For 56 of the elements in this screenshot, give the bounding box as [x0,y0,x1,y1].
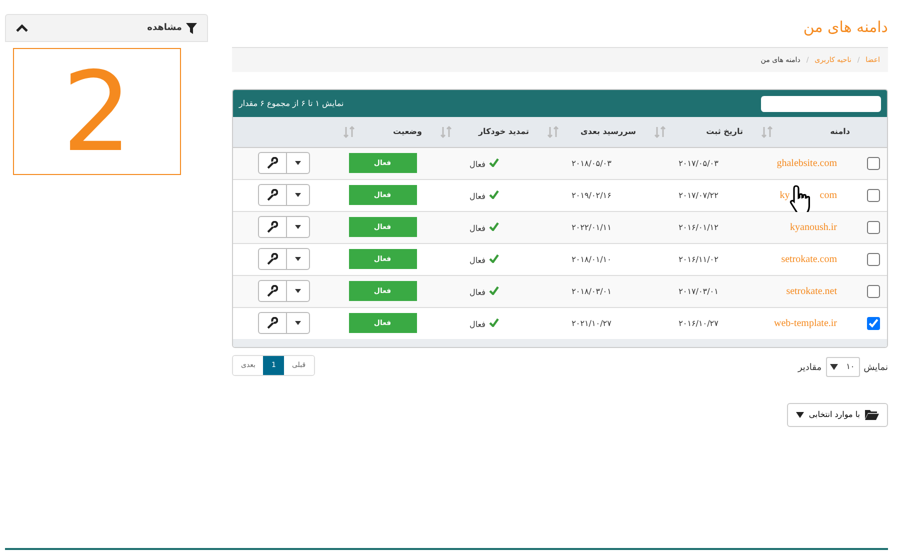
counter-number: 2 [62,56,132,166]
caret-icon[interactable] [830,364,838,370]
column-header[interactable]: دامنه [830,127,850,136]
registration-date: ۲۰۱۷/۰۵/۰۳ [678,158,718,168]
registration-date: ۲۰۱۷/۰۳/۰۱ [678,286,718,296]
actions-button-group[interactable] [258,280,310,302]
folder-icon [865,409,879,420]
caret-icon [796,412,804,418]
bulk-action-button[interactable]: با موارد انتخابی [786,402,888,426]
chevron-up-icon[interactable] [16,24,28,32]
due-date: ۲۰۱۸/۰۱/۱۰ [572,254,612,264]
check-icon [489,254,500,262]
auto-renew-status: فعال [470,224,486,232]
due-date: ۲۰۲۱/۱۰/۲۷ [572,318,612,328]
row-checkbox[interactable] [867,220,880,234]
check-icon [489,190,500,198]
registration-date: ۲۰۱۶/۰۱/۱۲ [678,222,718,232]
search-field[interactable] [761,96,881,112]
row-checkbox[interactable] [867,316,880,330]
table-info: نمایش ۱ تا ۶ از مجموع ۶ مقدار [239,99,344,108]
registration-date: ۲۰۱۶/۱۱/۰۲ [678,254,718,264]
registration-date: ۲۰۱۶/۱۰/۲۷ [678,318,718,328]
auto-renew-status: فعال [470,192,486,200]
actions-button-group[interactable] [258,216,310,238]
check-icon [489,286,500,294]
filter-icon [186,22,197,34]
actions-button-group[interactable] [258,184,310,206]
row-checkbox[interactable] [867,284,880,298]
actions-button-group[interactable] [258,248,310,270]
actions-button-group[interactable] [258,312,310,334]
column-header[interactable]: سررسید بعدی [580,127,636,136]
row-checkbox[interactable] [867,156,880,170]
row-checkbox[interactable] [867,252,880,266]
auto-renew-status: فعال [470,320,486,328]
due-date: ۲۰۱۹/۰۲/۱۶ [572,190,612,200]
due-date: ۲۰۱۸/۰۵/۰۳ [572,158,612,168]
actions-button-group[interactable] [258,152,310,174]
page-size-label: نمایش [864,362,888,372]
sidebar-header[interactable]: مشاهده [5,14,208,42]
row-checkbox[interactable] [867,188,880,202]
due-date: ۲۰۱۸/۰۳/۰۱ [572,286,612,296]
column-header[interactable]: وضعیت [393,127,422,136]
auto-renew-status: فعال [470,160,486,168]
check-icon [489,318,500,326]
page-size-select[interactable]: ۱۰ [826,356,860,376]
due-date: ۲۰۲۲/۰۱/۱۱ [572,222,612,232]
registration-date: ۲۰۱۷/۰۷/۲۲ [678,190,718,200]
check-icon [489,222,500,230]
page-title: دامنه های من [802,18,888,38]
page-size-label: مقادیر [798,362,822,372]
column-header[interactable]: تمدید خودکار [478,127,529,136]
auto-renew-status: فعال [470,256,486,264]
auto-renew-status: فعال [470,288,486,296]
sidebar-title: مشاهده [147,23,182,33]
column-header[interactable]: تاریخ ثبت [706,127,743,136]
check-icon [489,158,500,166]
